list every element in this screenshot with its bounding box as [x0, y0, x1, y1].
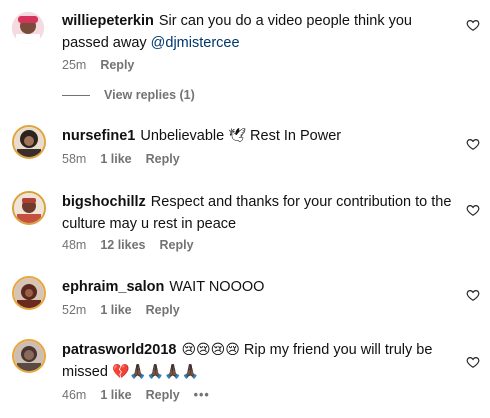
comment-meta: 52m 1 like Reply — [62, 303, 180, 317]
comment-body-end: Rest In Power — [250, 128, 342, 144]
avatar[interactable] — [12, 12, 44, 44]
comment-username[interactable]: williepeterkin — [62, 13, 154, 29]
heart-icon[interactable] — [466, 18, 480, 32]
avatar[interactable] — [12, 191, 46, 225]
avatar[interactable] — [12, 276, 46, 310]
dove-emoji: 🕊 — [228, 128, 246, 144]
comment-meta: 58m 1 like Reply — [62, 152, 180, 166]
reply-button[interactable]: Reply — [100, 58, 134, 72]
comment-time[interactable]: 46m — [62, 388, 86, 402]
comment-text: williepeterkin Sir can you do a video peo… — [62, 10, 460, 54]
comment-time[interactable]: 52m — [62, 303, 86, 317]
heart-icon[interactable] — [466, 355, 480, 369]
likes-count[interactable]: 1 like — [100, 388, 131, 402]
view-replies-button[interactable]: View replies (1) — [62, 88, 195, 102]
comment-text: bigshochillz Respect and thanks for your … — [62, 191, 460, 235]
comment-meta: 46m 1 like Reply ••• — [62, 388, 210, 402]
heart-hands-emoji: 💔🙏🏿🙏🏿🙏🏿🙏🏿 — [111, 364, 200, 380]
reply-button[interactable]: Reply — [146, 152, 180, 166]
reply-button[interactable]: Reply — [146, 303, 180, 317]
comment-text: nursefine1 Unbelievable 🕊 Rest In Power — [62, 125, 460, 147]
comment-username[interactable]: ephraim_salon — [62, 279, 164, 295]
comment-meta: 25m Reply — [62, 58, 134, 72]
likes-count[interactable]: 1 like — [100, 303, 131, 317]
reply-button[interactable]: Reply — [146, 388, 180, 402]
comment-username[interactable]: nursefine1 — [62, 128, 135, 144]
likes-count[interactable]: 1 like — [100, 152, 131, 166]
comment-time[interactable]: 58m — [62, 152, 86, 166]
comment-username[interactable]: bigshochillz — [62, 194, 146, 210]
reply-button[interactable]: Reply — [160, 238, 194, 252]
crying-emoji: 😢😢😢😢 — [181, 342, 240, 358]
more-options-icon[interactable]: ••• — [194, 388, 210, 402]
comment-text: ephraim_salon WAIT NOOOO — [62, 276, 460, 298]
heart-icon[interactable] — [466, 137, 480, 151]
heart-icon[interactable] — [466, 288, 480, 302]
mention-link[interactable]: @djmistercee — [151, 35, 240, 51]
divider-line — [62, 94, 90, 96]
comment-time[interactable]: 48m — [62, 238, 86, 252]
heart-icon[interactable] — [466, 203, 480, 217]
comment-username[interactable]: patrasworld2018 — [62, 342, 176, 358]
view-replies-label: View replies (1) — [104, 88, 195, 102]
comment-time[interactable]: 25m — [62, 58, 86, 72]
likes-count[interactable]: 12 likes — [100, 238, 145, 252]
comment-text: patrasworld2018 😢😢😢😢 Rip my friend you wi… — [62, 339, 460, 383]
comment-body: Unbelievable — [140, 128, 225, 144]
comment-meta: 48m 12 likes Reply — [62, 238, 194, 252]
avatar[interactable] — [12, 125, 46, 159]
comment-body: WAIT NOOOO — [169, 279, 265, 295]
avatar[interactable] — [12, 339, 46, 373]
